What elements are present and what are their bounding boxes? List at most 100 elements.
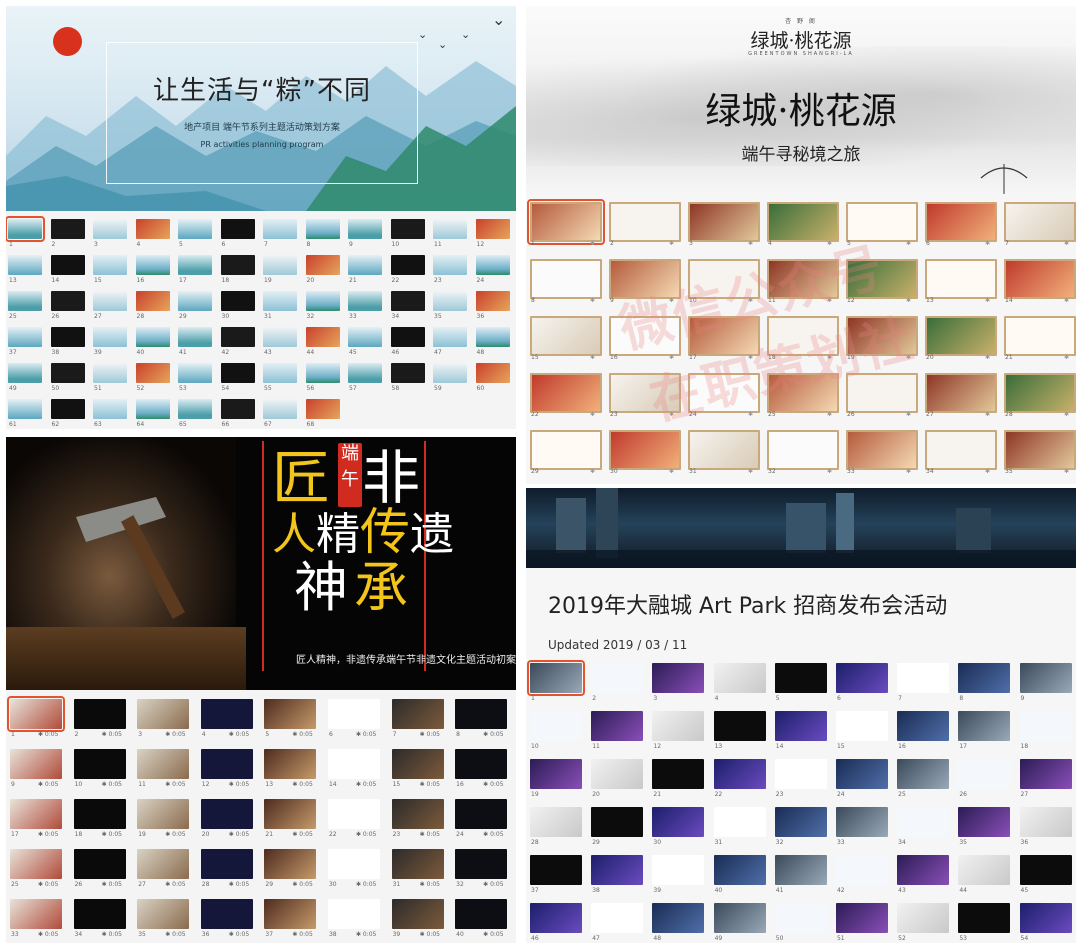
slide-thumbnail-image[interactable] <box>774 807 827 837</box>
slide-thumbnail[interactable]: 10 ✱ 0:05 <box>73 749 138 799</box>
slide-thumbnail[interactable]: 19 <box>530 759 591 807</box>
slide-thumbnail-image[interactable] <box>958 711 1011 741</box>
slide-thumbnail-image[interactable] <box>391 849 444 879</box>
slide-thumbnail[interactable]: 67 <box>263 399 306 429</box>
slide-thumbnail[interactable]: 54 <box>220 363 264 399</box>
slide-thumbnail[interactable]: 34 ✱ <box>925 430 1004 484</box>
slide-thumbnail[interactable]: 2 ✱ <box>609 202 688 259</box>
slide-thumbnail[interactable]: 26 ✱ 0:05 <box>73 849 138 899</box>
slide-thumbnail-image[interactable] <box>652 855 705 885</box>
slide-thumbnail-image[interactable] <box>835 759 888 789</box>
slide-thumbnail[interactable]: 13 <box>713 711 775 759</box>
slide-thumbnail[interactable]: 35 <box>958 807 1019 855</box>
slide-thumbnail-image[interactable] <box>925 202 997 242</box>
slide-thumbnail-image[interactable] <box>958 663 1011 693</box>
slide-thumbnail[interactable]: 31 <box>263 291 306 327</box>
slide-thumbnail-image[interactable] <box>327 799 380 829</box>
slide-thumbnail[interactable]: 36 ✱ 0:05 <box>200 899 265 943</box>
slide-thumbnail-image[interactable] <box>530 759 582 789</box>
slide-thumbnail-image[interactable] <box>93 363 127 383</box>
slide-thumbnail[interactable]: 24 <box>835 759 897 807</box>
slide-thumbnail-image[interactable] <box>263 363 297 383</box>
slide-thumbnail[interactable]: 20 ✱ 0:05 <box>200 799 265 849</box>
slide-thumbnail[interactable]: 23 ✱ 0:05 <box>391 799 456 849</box>
slide-thumbnail[interactable]: 37 ✱ 0:05 <box>264 899 328 943</box>
slide-thumbnail[interactable]: 33 <box>348 291 391 327</box>
slide-thumbnail-image[interactable] <box>50 255 85 275</box>
slide-thumbnail[interactable]: 1 ✱ <box>527 199 609 259</box>
slide-thumbnail-image[interactable] <box>305 291 340 311</box>
slide-thumbnail[interactable]: 26 <box>958 759 1019 807</box>
slide-thumbnail-image[interactable] <box>263 291 297 311</box>
slide-thumbnail[interactable]: 1 <box>527 660 591 711</box>
slide-thumbnail-image[interactable] <box>455 799 508 829</box>
slide-thumbnail[interactable]: 38 <box>591 855 652 903</box>
slide-thumbnail[interactable]: 46 <box>530 903 591 943</box>
slide-thumbnail[interactable]: 48 <box>652 903 713 943</box>
slide-thumbnail-image[interactable] <box>10 749 62 779</box>
slide-thumbnail-image[interactable] <box>846 430 918 470</box>
slide-thumbnail-image[interactable] <box>713 807 766 837</box>
slide-thumbnail[interactable]: 41 <box>774 855 836 903</box>
slide-thumbnail[interactable]: 10 <box>390 219 434 255</box>
slide-thumbnail[interactable]: 49 <box>713 903 775 943</box>
slide-thumbnail-image[interactable] <box>713 855 766 885</box>
slide-thumbnail-image[interactable] <box>1004 373 1076 413</box>
slide-thumbnail[interactable]: 20 <box>305 255 349 291</box>
slide-thumbnail-image[interactable] <box>8 399 42 419</box>
slide-thumbnail-image[interactable] <box>455 699 508 729</box>
slide-thumbnail[interactable]: 55 <box>263 363 306 399</box>
slide-thumbnail[interactable]: 9 <box>348 219 391 255</box>
slide-thumbnail[interactable]: 15 <box>93 255 136 291</box>
slide-thumbnail[interactable]: 52 <box>897 903 958 943</box>
slide-thumbnail-image[interactable] <box>178 219 212 239</box>
slide-thumbnail-image[interactable] <box>391 749 444 779</box>
slide-thumbnail[interactable]: 30 ✱ <box>609 430 688 484</box>
slide-thumbnail[interactable]: 36 <box>1019 807 1077 855</box>
slide-thumbnail[interactable]: 8 <box>958 663 1019 711</box>
slide-thumbnail-image[interactable] <box>1019 759 1072 789</box>
slide-thumbnail-image[interactable] <box>220 399 255 419</box>
slide-thumbnail-image[interactable] <box>475 219 510 239</box>
slide-thumbnail-image[interactable] <box>263 255 297 275</box>
slide-thumbnail[interactable]: 9 <box>1019 663 1077 711</box>
slide-thumbnail-image[interactable] <box>390 291 425 311</box>
slide-thumbnail-image[interactable] <box>433 363 467 383</box>
slide-thumbnail-image[interactable] <box>264 899 317 929</box>
slide-thumbnail-image[interactable] <box>305 327 340 347</box>
slide-thumbnail[interactable]: 28 <box>135 291 179 327</box>
slide-thumbnail[interactable]: 32 <box>774 807 836 855</box>
slide-thumbnail[interactable]: 1 <box>6 216 51 255</box>
slide-thumbnail-image[interactable] <box>264 849 317 879</box>
slide-thumbnail[interactable]: 18 <box>1019 711 1077 759</box>
slide-thumbnail-image[interactable] <box>200 699 253 729</box>
slide-thumbnail[interactable]: 30 <box>220 291 264 327</box>
slide-thumbnail-image[interactable] <box>774 663 827 693</box>
slide-thumbnail-image[interactable] <box>835 807 888 837</box>
slide-thumbnail-image[interactable] <box>530 807 582 837</box>
slide-thumbnail[interactable]: 51 <box>93 363 136 399</box>
slide-thumbnail[interactable]: 26 <box>50 291 94 327</box>
slide-thumbnail-image[interactable] <box>455 899 508 929</box>
slide-thumbnail[interactable]: 22 <box>713 759 775 807</box>
slide-thumbnail[interactable]: 50 <box>774 903 836 943</box>
slide-thumbnail-image[interactable] <box>958 855 1011 885</box>
slide-thumbnail-image[interactable] <box>93 327 127 347</box>
slide-thumbnail[interactable]: 15 ✱ <box>530 316 609 373</box>
slide-thumbnail[interactable]: 61 <box>8 399 51 429</box>
slide-thumbnail[interactable]: 27 ✱ <box>925 373 1004 430</box>
slide-thumbnail[interactable]: 45 <box>1019 855 1077 903</box>
slide-thumbnail[interactable]: 63 <box>93 399 136 429</box>
slide-thumbnail-image[interactable] <box>50 363 85 383</box>
slide-thumbnail-image[interactable] <box>774 903 827 933</box>
slide-thumbnail-image[interactable] <box>220 363 255 383</box>
slide-thumbnail-image[interactable] <box>1019 903 1072 933</box>
slide-thumbnail[interactable]: 28 ✱ <box>1004 373 1076 430</box>
slide-thumbnail[interactable]: 35 <box>433 291 476 327</box>
slide-thumbnail[interactable]: 21 ✱ 0:05 <box>264 799 328 849</box>
slide-thumbnail-image[interactable] <box>178 399 212 419</box>
slide-thumbnail-image[interactable] <box>1019 807 1072 837</box>
slide-thumbnail-image[interactable] <box>263 399 297 419</box>
slide-thumbnail-image[interactable] <box>93 219 127 239</box>
slide-thumbnail[interactable]: 17 <box>958 711 1019 759</box>
